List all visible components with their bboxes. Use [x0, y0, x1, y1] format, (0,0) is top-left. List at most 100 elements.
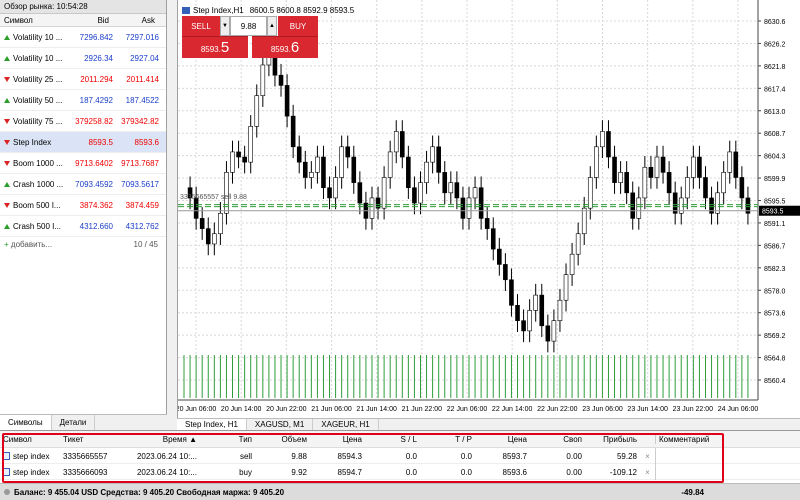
market-watch-row[interactable]: Step Index 8593.5 8593.6: [0, 132, 166, 153]
sell-price-big: 5: [220, 39, 230, 56]
candle-body: [654, 156, 660, 178]
candle-body: [424, 161, 429, 183]
ask-cell: 4312.762: [125, 221, 159, 231]
candle-body: [387, 151, 393, 178]
market-watch-row[interactable]: Boom 1000 ... 9713.6402 9713.7687: [0, 153, 166, 174]
candle-body: [497, 248, 502, 265]
symbol-name: Boom 500 I...: [13, 200, 61, 210]
ask-cell: 7297.016: [125, 32, 159, 42]
tab-chart-xagusd[interactable]: XAGUSD, M1: [247, 419, 314, 430]
bid-cell: 7296.842: [79, 32, 113, 42]
sell-button[interactable]: SELL: [182, 16, 220, 36]
symbol-cell: Volatility 75 ...: [0, 117, 67, 126]
market-watch-row[interactable]: Volatility 25 ... 2011.294 2011.414: [0, 69, 166, 90]
market-watch-rows: Volatility 10 ... 7296.842 7297.016 Volatil…: [0, 27, 166, 237]
candle-body: [703, 177, 708, 199]
y-tick-label: 8630.6: [764, 19, 786, 26]
candle-body: [345, 146, 351, 158]
market-watch-row[interactable]: Volatility 10 ... 2926.34 2927.04: [0, 48, 166, 69]
ask-cell: 2011.414: [126, 74, 159, 84]
arrow-down-icon: [4, 202, 10, 208]
arrow-up-icon: [4, 223, 10, 229]
y-tick-label: 8599.9: [764, 176, 786, 183]
market-watch-row[interactable]: Volatility 75 ... 379258.82 379342.82: [0, 111, 166, 132]
balance-row: Баланс: 9 455.04 USD Средства: 9 405.20 …: [0, 483, 800, 500]
balance-icon: [4, 489, 10, 495]
candle-body: [484, 218, 490, 229]
candle-body: [472, 187, 478, 199]
candle-body: [454, 182, 460, 199]
market-watch-add-row[interactable]: + добавить... 10 / 45: [0, 237, 166, 252]
bid-cell: 9713.6402: [75, 158, 113, 168]
y-tick-label: 8564.8: [764, 356, 786, 363]
candle-body: [290, 115, 296, 148]
candle-body: [715, 192, 720, 214]
candle-body: [721, 172, 726, 194]
candle-body: [539, 294, 545, 327]
tab-symbols[interactable]: Символы: [0, 415, 52, 430]
symbol-cell: Crash 1000 ...: [0, 180, 67, 189]
candle-body: [212, 233, 217, 245]
arrow-up-icon: [4, 97, 10, 103]
market-watch-row[interactable]: Crash 1000 ... 7093.4592 7093.5617: [0, 174, 166, 195]
chart-window[interactable]: 8630.6 8626.2 8621.8 8617.4 8613.0 8608.7 8604…: [176, 0, 800, 418]
x-tick-label: 21 Jun 06:00: [311, 406, 352, 413]
candle-body: [357, 182, 363, 204]
chart-ohlc: 8600.5 8600.8 8592.9 8593.5: [249, 6, 355, 15]
market-watch-row[interactable]: Volatility 10 ... 7296.842 7297.016: [0, 27, 166, 48]
candle-body: [630, 192, 636, 219]
bid-cell: 3874.362: [79, 200, 113, 210]
symbol-cell: Volatility 25 ...: [0, 75, 67, 84]
x-tick-label: 20 Jun 14:00: [221, 406, 262, 413]
market-watch-row[interactable]: Boom 500 I... 3874.362 3874.459: [0, 195, 166, 216]
ask-cell: 187.4522: [125, 95, 159, 105]
tab-chart-xageur[interactable]: XAGEUR, H1: [313, 419, 379, 430]
chart-symbol-icon: [182, 7, 190, 14]
col-ask[interactable]: Ask: [113, 14, 159, 26]
chart-tabs: Step Index, H1 XAGUSD, M1 XAGEUR, H1: [177, 418, 800, 430]
ask-cell: 9713.7687: [121, 158, 159, 168]
market-watch-row[interactable]: Volatility 50 ... 187.4292 187.4522: [0, 90, 166, 111]
candle-body: [551, 320, 557, 342]
buy-button[interactable]: BUY: [278, 16, 318, 36]
x-tick-label: 22 Jun 14:00: [492, 406, 533, 413]
lot-decrease-button[interactable]: ▼: [220, 16, 230, 36]
tab-details[interactable]: Детали: [52, 415, 96, 430]
candle-body: [448, 182, 454, 194]
candle-body: [503, 264, 508, 281]
candle-body: [381, 177, 387, 209]
y-tick-label: 8578.0: [764, 288, 786, 295]
x-tick-label: 24 Jun 06:00: [718, 406, 759, 413]
candle-body: [321, 156, 326, 189]
sell-price-box[interactable]: 8593. 5: [182, 36, 248, 58]
lot-input[interactable]: 9.88: [230, 16, 267, 36]
symbol-cell: Volatility 10 ...: [0, 54, 67, 63]
market-watch-header: Символ Bid Ask: [0, 14, 166, 27]
candle-body: [309, 172, 314, 178]
bid-cell: 2011.294: [80, 74, 113, 84]
y-tick-label: 8621.8: [764, 64, 786, 71]
buy-price-box[interactable]: 8593. 6: [252, 36, 318, 58]
candle-body: [691, 156, 696, 178]
symbol-name: Volatility 10 ...: [13, 53, 63, 63]
candle-body: [478, 187, 484, 219]
x-tick-label: 21 Jun 14:00: [356, 406, 397, 413]
arrow-down-icon: [4, 76, 10, 82]
candle-body: [254, 95, 260, 127]
col-symbol[interactable]: Символ: [0, 14, 67, 26]
arrow-down-icon: [4, 139, 10, 145]
candle-body: [351, 156, 357, 183]
bid-cell: 2926.34: [84, 53, 113, 63]
x-tick-label: 23 Jun 06:00: [582, 406, 623, 413]
y-tick-label: 8573.6: [764, 311, 786, 318]
ask-cell: 3874.459: [125, 200, 159, 210]
tab-chart-step-index[interactable]: Step Index, H1: [177, 419, 247, 430]
candle-body: [672, 192, 678, 214]
market-watch-row[interactable]: Crash 500 I... 4312.660 4312.762: [0, 216, 166, 237]
col-bid[interactable]: Bid: [67, 14, 113, 26]
candle-body: [569, 253, 575, 275]
lot-increase-button[interactable]: ▲: [267, 16, 277, 36]
symbol-name: Volatility 75 ...: [13, 116, 63, 126]
price-chart[interactable]: 8630.6 8626.2 8621.8 8617.4 8613.0 8608.7 8604…: [176, 0, 800, 418]
candle-body: [460, 197, 466, 219]
